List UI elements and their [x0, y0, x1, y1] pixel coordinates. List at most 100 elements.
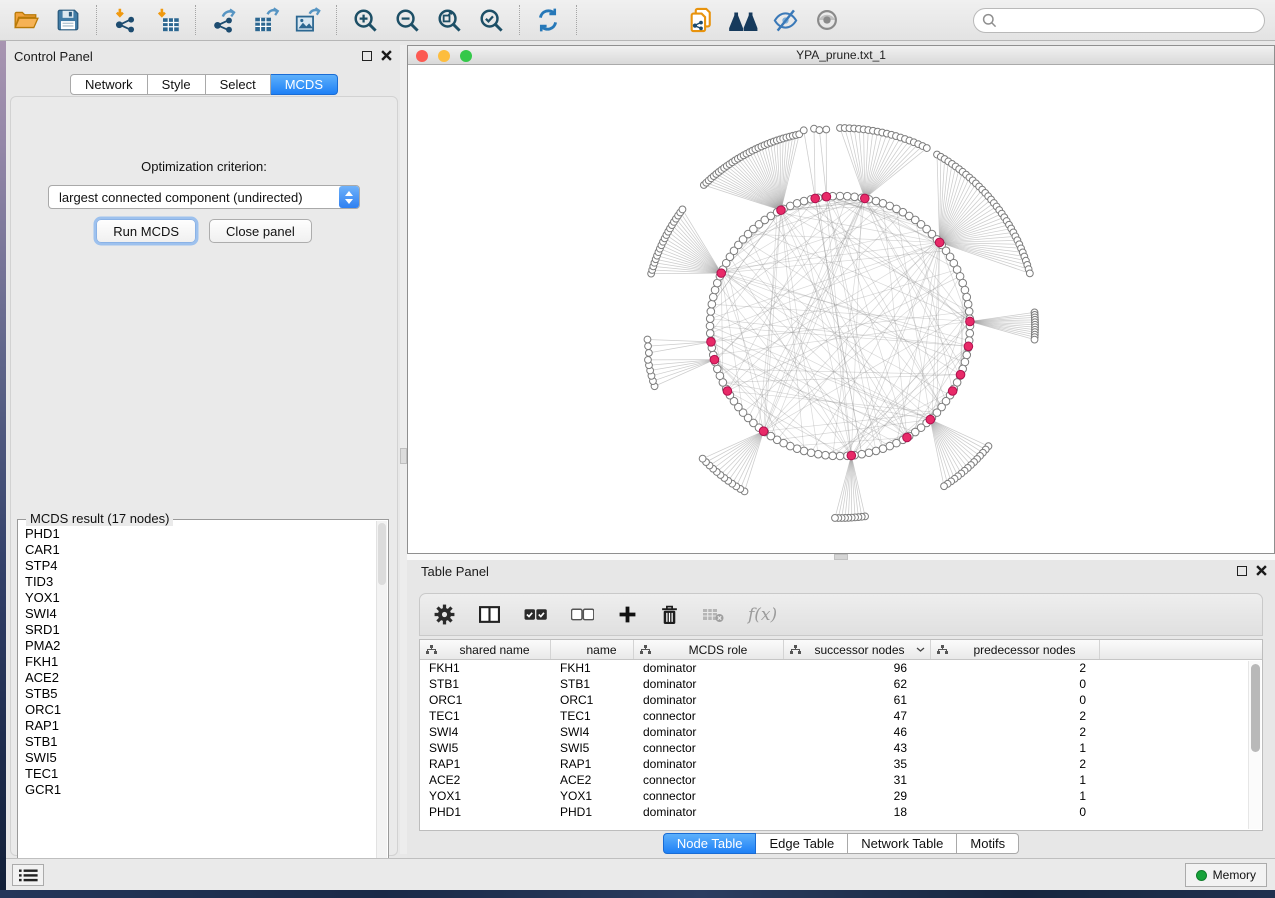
zoom-in-button[interactable]: [349, 4, 381, 36]
zoom-selected-button[interactable]: [475, 4, 507, 36]
memory-button[interactable]: Memory: [1185, 863, 1267, 887]
toggle-column-view-button[interactable]: [479, 605, 500, 624]
tab-network[interactable]: Network: [70, 74, 148, 95]
zoom-out-button[interactable]: [391, 4, 423, 36]
cell-mcds-role: dominator: [634, 724, 784, 740]
mcds-result-item[interactable]: SWI4: [20, 606, 374, 622]
scrollbar-thumb[interactable]: [1251, 664, 1260, 752]
control-panel-tabs: NetworkStyleSelectMCDS: [8, 74, 400, 95]
table-row[interactable]: SWI4SWI4dominator462: [420, 724, 1262, 740]
column-header-name[interactable]: name: [551, 640, 634, 659]
export-image-button[interactable]: [292, 4, 324, 36]
table-row[interactable]: YOX1YOX1connector291: [420, 788, 1262, 804]
mcds-result-item[interactable]: YOX1: [20, 590, 374, 606]
status-bar: Memory: [6, 858, 1275, 890]
table-row[interactable]: STB1STB1dominator620: [420, 676, 1262, 692]
mcds-result-item[interactable]: GCR1: [20, 782, 374, 798]
column-header-successor-nodes[interactable]: successor nodes: [784, 640, 931, 659]
hide-selected-button[interactable]: [769, 4, 801, 36]
table-row[interactable]: SWI5SWI5connector431: [420, 740, 1262, 756]
tab-motifs[interactable]: Motifs: [957, 833, 1019, 854]
import-table-button[interactable]: [151, 4, 183, 36]
network-canvas[interactable]: [408, 65, 1274, 553]
table-row[interactable]: RAP1RAP1dominator352: [420, 756, 1262, 772]
zoom-fit-button[interactable]: [433, 4, 465, 36]
table-row[interactable]: TEC1TEC1connector472: [420, 708, 1262, 724]
mcds-result-item[interactable]: TID3: [20, 574, 374, 590]
column-header-predecessor-nodes[interactable]: predecessor nodes: [931, 640, 1100, 659]
mcds-list-scrollbar[interactable]: [376, 521, 387, 889]
trash-icon: [661, 605, 678, 625]
optimization-criterion-dropdown[interactable]: largest connected component (undirected): [48, 185, 360, 209]
network-window-titlebar[interactable]: YPA_prune.txt_1: [408, 46, 1274, 65]
mcds-result-list[interactable]: PHD1CAR1STP4TID3YOX1SWI4SRD1PMA2FKH1ACE2…: [20, 526, 374, 888]
tab-mcds[interactable]: MCDS: [271, 74, 338, 95]
mcds-result-item[interactable]: ACE2: [20, 670, 374, 686]
mcds-result-item[interactable]: RAP1: [20, 718, 374, 734]
show-panels-button[interactable]: [12, 864, 44, 886]
tab-node-table[interactable]: Node Table: [663, 833, 757, 854]
cell-shared-name: YOX1: [420, 788, 551, 804]
table-row[interactable]: ORC1ORC1dominator610: [420, 692, 1262, 708]
tab-edge-table[interactable]: Edge Table: [756, 833, 848, 854]
toolbar-separator: [519, 5, 520, 35]
tab-network-table[interactable]: Network Table: [848, 833, 957, 854]
close-panel-button[interactable]: Close panel: [209, 219, 312, 243]
mcds-result-item[interactable]: PHD1: [20, 526, 374, 542]
mcds-result-item[interactable]: STB1: [20, 734, 374, 750]
search-network-button[interactable]: [727, 4, 759, 36]
mcds-result-item[interactable]: PMA2: [20, 638, 374, 654]
mcds-result-item[interactable]: SRD1: [20, 622, 374, 638]
cell-predecessor-nodes: 2: [931, 724, 1100, 740]
refresh-icon: [534, 6, 562, 34]
show-all-button[interactable]: [811, 4, 843, 36]
cell-mcds-role: connector: [634, 788, 784, 804]
refresh-layout-button[interactable]: [532, 4, 564, 36]
mcds-result-item[interactable]: SWI5: [20, 750, 374, 766]
splitter-grip[interactable]: [400, 448, 407, 464]
shared-column-icon: [790, 645, 803, 655]
mcds-result-item[interactable]: FKH1: [20, 654, 374, 670]
table-panel-tabs: Node TableEdge TableNetwork TableMotifs: [407, 833, 1275, 854]
close-panel-icon[interactable]: [1256, 565, 1267, 576]
mcds-result-item[interactable]: ORC1: [20, 702, 374, 718]
close-panel-icon[interactable]: [381, 50, 392, 61]
table-row[interactable]: FKH1FKH1dominator962: [420, 660, 1262, 676]
mcds-result-item[interactable]: TEC1: [20, 766, 374, 782]
mcds-result-item[interactable]: STB5: [20, 686, 374, 702]
cell-shared-name: SWI5: [420, 740, 551, 756]
table-row[interactable]: PHD1PHD1dominator180: [420, 804, 1262, 820]
dropdown-stepper-icon[interactable]: [339, 186, 359, 208]
table-scrollbar[interactable]: [1248, 661, 1261, 829]
cell-successor-nodes: 46: [784, 724, 931, 740]
column-header-mcds-role[interactable]: MCDS role: [634, 640, 784, 659]
copy-network-icon: [687, 6, 715, 34]
run-mcds-button[interactable]: Run MCDS: [96, 219, 196, 243]
float-panel-icon[interactable]: [362, 51, 372, 61]
open-session-button[interactable]: [10, 4, 42, 36]
table-settings-button[interactable]: [434, 604, 455, 625]
select-all-button[interactable]: [524, 608, 547, 622]
tab-select[interactable]: Select: [206, 74, 271, 95]
network-graph[interactable]: [408, 65, 1274, 553]
search-input[interactable]: [1002, 13, 1256, 28]
save-session-button[interactable]: [52, 4, 84, 36]
mcds-result-item[interactable]: STP4: [20, 558, 374, 574]
delete-table-icon: [702, 607, 724, 623]
memory-status-icon: [1196, 870, 1207, 881]
float-panel-icon[interactable]: [1237, 566, 1247, 576]
import-network-button[interactable]: [109, 4, 141, 36]
mcds-result-item[interactable]: CAR1: [20, 542, 374, 558]
delete-column-button[interactable]: [661, 605, 678, 625]
export-table-button[interactable]: [250, 4, 282, 36]
cell-mcds-role: dominator: [634, 804, 784, 820]
vertical-splitter[interactable]: [400, 45, 407, 854]
create-column-button[interactable]: [618, 605, 637, 624]
copy-network-button[interactable]: [685, 4, 717, 36]
tab-style[interactable]: Style: [148, 74, 206, 95]
network-search-field[interactable]: [973, 8, 1265, 33]
column-header-shared-name[interactable]: shared name: [420, 640, 551, 659]
deselect-all-button[interactable]: [571, 608, 594, 622]
export-network-button[interactable]: [208, 4, 240, 36]
table-row[interactable]: ACE2ACE2connector311: [420, 772, 1262, 788]
